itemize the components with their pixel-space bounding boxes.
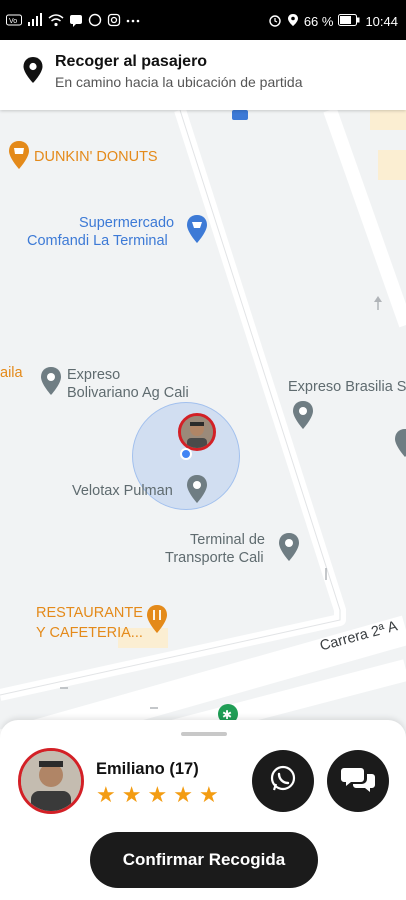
confirm-pickup-button[interactable]: Confirmar Recogida (90, 832, 318, 888)
place-label-velotax: Velotax Pulman (72, 483, 173, 499)
place-label-expreso-2: Bolivariano Ag Cali (67, 385, 189, 401)
alarm-icon (268, 13, 282, 30)
whatsapp-icon (268, 764, 298, 799)
star-icon: ★ (198, 782, 219, 807)
place-label-terminal-1: Terminal de (190, 532, 265, 548)
place-label-expreso-1: Expreso (67, 367, 121, 383)
signal-icon (27, 12, 43, 30)
trip-status-header: Recoger al pasajero En camino hacia la u… (0, 40, 406, 110)
place-label-supermercado-2: Comfandi La Terminal (27, 233, 168, 249)
place-label-restaurante-2: Y CAFETERIA... (36, 625, 143, 641)
chat-button[interactable] (327, 750, 389, 812)
svg-text:Vo: Vo (9, 18, 17, 25)
star-icon: ★ (121, 782, 142, 807)
star-icon: ★ (96, 782, 116, 807)
place-label-terminal-2: Transporte Cali (165, 550, 264, 566)
map-view[interactable]: ✱ DUNKIN' DONUTS Supermercado Comfandi L… (0, 110, 406, 750)
driver-rating-stars: ★ ★ ★ ★ ★ (96, 784, 219, 806)
status-right: 66 % 10:44 (268, 10, 398, 32)
sheet-drag-handle[interactable] (181, 732, 227, 736)
location-pin-icon (22, 56, 44, 89)
place-label-restaurante-1: RESTAURANTE (36, 605, 143, 621)
star-icon: ★ (147, 782, 168, 807)
battery-percent: 66 % (303, 13, 334, 29)
header-title: Recoger al pasajero (55, 53, 208, 70)
whatsapp-icon (88, 13, 102, 30)
header-subtitle: En camino hacia la ubicación de partida (55, 74, 303, 90)
passenger-map-avatar[interactable] (178, 413, 216, 451)
chat-icon (341, 764, 375, 799)
instagram-icon (107, 13, 121, 30)
battery-icon (338, 13, 360, 29)
status-left-icons: Vo (6, 10, 140, 32)
more-icon (126, 15, 140, 27)
current-location-dot (180, 448, 192, 460)
driver-name: Emiliano (17) (96, 760, 199, 778)
clock: 10:44 (365, 13, 398, 29)
location-status-icon (287, 13, 299, 30)
whatsapp-button[interactable] (252, 750, 314, 812)
star-icon: ★ (173, 782, 193, 807)
driver-bottom-sheet: Emiliano (17) ★ ★ ★ ★ ★ Confirmar Recogi… (0, 720, 406, 900)
place-label-expreso-brasilia: Expreso Brasilia S (288, 379, 406, 395)
driver-avatar[interactable] (18, 748, 84, 814)
place-label-partial: aila (0, 365, 23, 381)
message-icon (69, 13, 83, 30)
volte-icon: Vo (6, 14, 22, 29)
status-bar: Vo 66 % 10:44 (0, 0, 406, 40)
place-label-supermercado-1: Supermercado (79, 215, 175, 231)
wifi-icon (48, 13, 64, 30)
place-label-dunkin: DUNKIN' DONUTS (34, 149, 158, 165)
